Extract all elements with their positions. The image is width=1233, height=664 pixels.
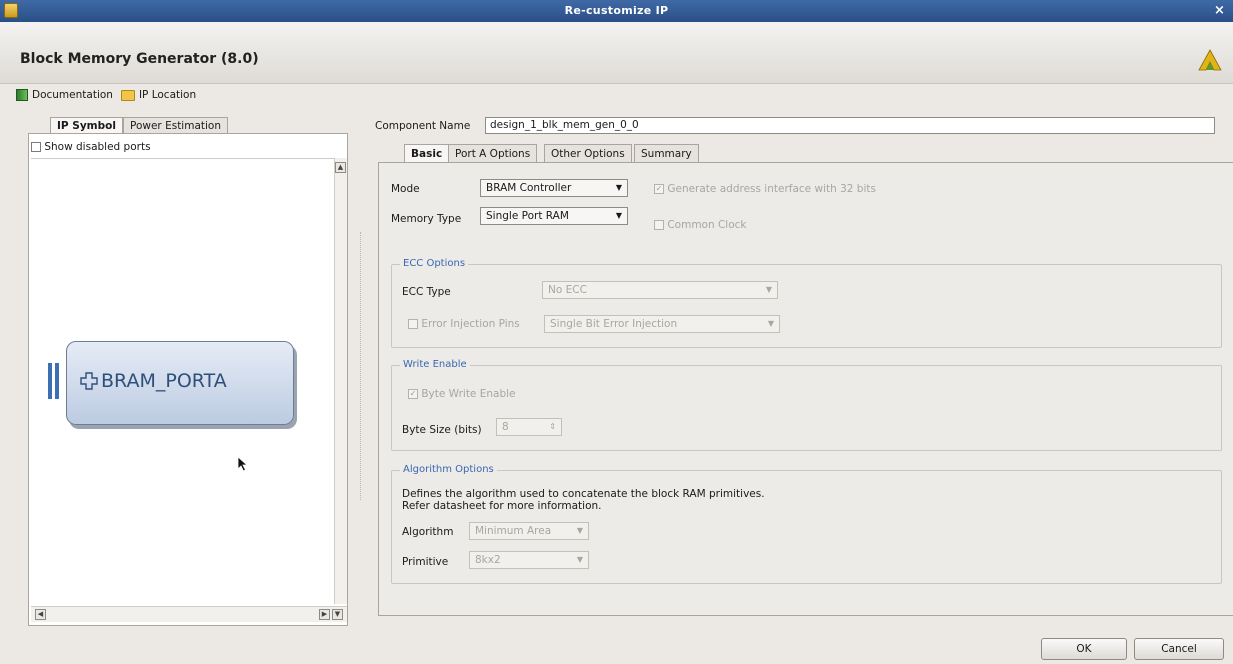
ip-location-link[interactable]: IP Location bbox=[139, 89, 196, 101]
component-name-label: Component Name bbox=[375, 120, 471, 132]
mode-label: Mode bbox=[391, 183, 420, 195]
algorithm-value: Minimum Area bbox=[475, 525, 552, 537]
primitive-value: 8kx2 bbox=[475, 554, 501, 566]
generate-address-checkbox[interactable]: ✓ bbox=[654, 184, 664, 194]
algorithm-options-title: Algorithm Options bbox=[400, 464, 497, 475]
byte-write-enable-checkbox[interactable]: ✓ bbox=[408, 389, 418, 399]
mode-select[interactable]: BRAM Controller ▼ bbox=[480, 179, 628, 197]
left-tabbar: IP Symbol Power Estimation bbox=[30, 117, 332, 134]
ok-button[interactable]: OK bbox=[1041, 638, 1127, 660]
xilinx-logo-icon bbox=[1198, 49, 1222, 71]
algorithm-description-line1: Defines the algorithm used to concatenat… bbox=[402, 488, 765, 500]
close-icon[interactable]: × bbox=[1212, 3, 1227, 18]
show-disabled-ports[interactable]: Show disabled ports bbox=[31, 141, 151, 153]
chevron-down-icon: ▼ bbox=[615, 211, 622, 220]
tab-summary[interactable]: Summary bbox=[634, 144, 699, 162]
expand-plus-icon[interactable] bbox=[80, 372, 98, 390]
scroll-right-icon[interactable]: ▶ bbox=[319, 609, 330, 620]
dialog-header: Block Memory Generator (8.0) bbox=[0, 22, 1233, 84]
component-name-input[interactable]: design_1_blk_mem_gen_0_0 bbox=[485, 117, 1215, 134]
ecc-type-value: No ECC bbox=[548, 284, 587, 296]
write-enable-group: Write Enable ✓ Byte Write Enable Byte Si… bbox=[391, 359, 1222, 451]
tab-power-estimation[interactable]: Power Estimation bbox=[123, 117, 228, 134]
scroll-left-icon[interactable]: ◀ bbox=[35, 609, 46, 620]
show-disabled-ports-label: Show disabled ports bbox=[44, 141, 151, 153]
primitive-label: Primitive bbox=[402, 556, 449, 568]
algorithm-options-group: Algorithm Options Defines the algorithm … bbox=[391, 464, 1222, 584]
tab-ip-symbol[interactable]: IP Symbol bbox=[50, 117, 123, 134]
bram-port-symbol[interactable]: BRAM_PORTA bbox=[66, 341, 294, 425]
byte-size-value: 8 bbox=[502, 421, 509, 433]
scroll-down-icon[interactable]: ▼ bbox=[332, 609, 343, 620]
cancel-button[interactable]: Cancel bbox=[1134, 638, 1224, 660]
tab-port-a-options[interactable]: Port A Options bbox=[448, 144, 538, 162]
chevron-down-icon: ▼ bbox=[767, 319, 774, 328]
basic-tab-panel: Mode BRAM Controller ▼ Memory Type Singl… bbox=[378, 162, 1233, 616]
memory-type-select[interactable]: Single Port RAM ▼ bbox=[480, 207, 628, 225]
error-injection-checkbox[interactable] bbox=[408, 319, 418, 329]
tab-other-options[interactable]: Other Options bbox=[544, 144, 632, 162]
documentation-link[interactable]: Documentation bbox=[32, 89, 113, 101]
memory-type-label: Memory Type bbox=[391, 213, 462, 225]
ecc-type-label: ECC Type bbox=[402, 286, 451, 298]
error-injection-select[interactable]: Single Bit Error Injection ▼ bbox=[544, 315, 780, 333]
error-injection-value: Single Bit Error Injection bbox=[550, 318, 678, 330]
horizontal-scrollbar[interactable]: ◀ ▶ ▼ bbox=[31, 606, 347, 622]
write-enable-title: Write Enable bbox=[400, 359, 470, 370]
vertical-scrollbar[interactable]: ▲ bbox=[334, 158, 347, 604]
mouse-cursor-icon bbox=[237, 456, 249, 472]
memory-type-value: Single Port RAM bbox=[486, 210, 569, 222]
bus-interface-bars bbox=[48, 363, 64, 399]
show-disabled-ports-checkbox[interactable] bbox=[31, 142, 41, 152]
byte-write-enable-option[interactable]: ✓ Byte Write Enable bbox=[408, 388, 516, 400]
chevron-down-icon: ▼ bbox=[615, 183, 622, 192]
algorithm-description-line2: Refer datasheet for more information. bbox=[402, 500, 602, 512]
chevron-down-icon: ▼ bbox=[765, 285, 772, 294]
ip-name-title: Block Memory Generator (8.0) bbox=[20, 51, 259, 67]
algorithm-select[interactable]: Minimum Area ▼ bbox=[469, 522, 589, 540]
doc-links-bar: Documentation IP Location bbox=[16, 86, 196, 104]
algorithm-label: Algorithm bbox=[402, 526, 454, 538]
book-icon bbox=[16, 89, 28, 101]
error-injection-label: Error Injection Pins bbox=[421, 318, 520, 330]
scroll-up-icon[interactable]: ▲ bbox=[335, 162, 346, 173]
ecc-options-group: ECC Options ECC Type No ECC ▼ Error Inje… bbox=[391, 258, 1222, 348]
generate-address-label: Generate address interface with 32 bits bbox=[667, 183, 876, 195]
byte-write-enable-label: Byte Write Enable bbox=[421, 388, 516, 400]
tab-basic[interactable]: Basic bbox=[404, 144, 450, 162]
primitive-select[interactable]: 8kx2 ▼ bbox=[469, 551, 589, 569]
bram-port-label: BRAM_PORTA bbox=[101, 370, 227, 392]
byte-size-spinner[interactable]: 8 ⇕ bbox=[496, 418, 562, 436]
ecc-options-title: ECC Options bbox=[400, 258, 469, 269]
ecc-type-select[interactable]: No ECC ▼ bbox=[542, 281, 778, 299]
chevron-down-icon: ▼ bbox=[576, 555, 583, 564]
spinner-arrows-icon: ⇕ bbox=[549, 422, 556, 431]
window-title: Re-customize IP bbox=[564, 4, 669, 17]
byte-size-label: Byte Size (bits) bbox=[402, 424, 482, 436]
common-clock-label: Common Clock bbox=[667, 219, 747, 231]
folder-icon bbox=[120, 89, 135, 101]
error-injection-option[interactable]: Error Injection Pins bbox=[408, 318, 520, 330]
splitter-handle[interactable] bbox=[360, 232, 361, 500]
common-clock-checkbox[interactable] bbox=[654, 220, 664, 230]
generate-address-option[interactable]: ✓ Generate address interface with 32 bit… bbox=[654, 183, 876, 195]
chevron-down-icon: ▼ bbox=[576, 526, 583, 535]
window-titlebar: Re-customize IP × bbox=[0, 0, 1233, 22]
mode-value: BRAM Controller bbox=[486, 182, 572, 194]
common-clock-option[interactable]: Common Clock bbox=[654, 219, 747, 231]
